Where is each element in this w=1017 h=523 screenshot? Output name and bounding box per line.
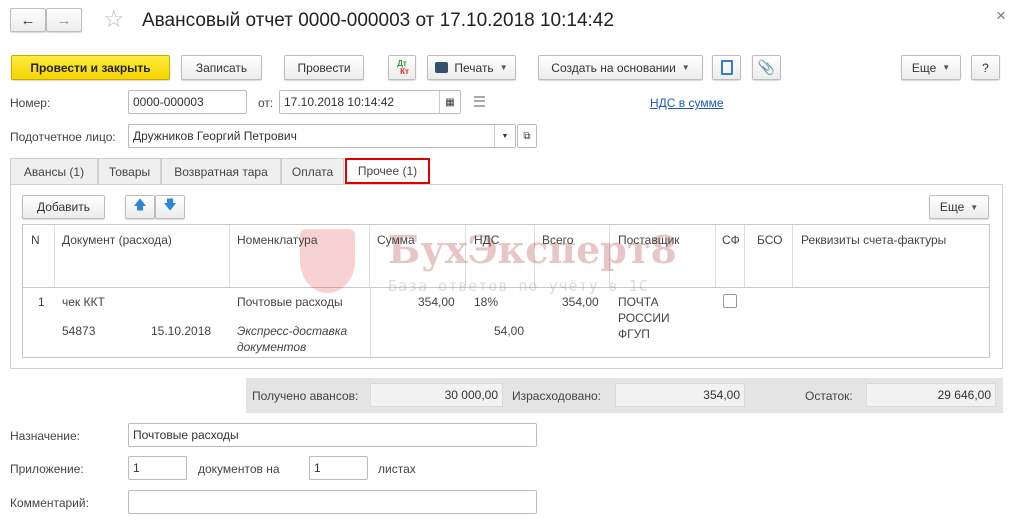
structure-button[interactable] bbox=[712, 55, 741, 80]
attachment-sheets-input[interactable]: 1 bbox=[309, 456, 368, 480]
more-label: Еще bbox=[911, 60, 937, 75]
comment-input[interactable] bbox=[128, 490, 537, 514]
row-supplier: ПОЧТА bbox=[618, 295, 659, 309]
favorite-star-icon[interactable]: ☆ bbox=[103, 5, 125, 34]
date-value: 17.10.2018 10:14:42 bbox=[284, 95, 395, 109]
sf-checkbox[interactable] bbox=[723, 294, 737, 308]
table-more-button[interactable]: Еще ▼ bbox=[929, 195, 989, 219]
close-icon[interactable]: × bbox=[996, 6, 1006, 26]
move-down-button[interactable]: 🡇 bbox=[155, 195, 185, 219]
attachment-docs-input[interactable]: 1 bbox=[128, 456, 187, 480]
col-document: Документ (расхода) bbox=[62, 233, 172, 247]
row-vat-sum: 54,00 bbox=[494, 324, 525, 338]
row-item-comment-2: документов bbox=[237, 340, 307, 354]
accountable-person-input[interactable]: Дружников Георгий Петрович ▼ bbox=[128, 124, 516, 148]
person-value: Дружников Георгий Петрович bbox=[133, 129, 297, 143]
sheets-label: листах bbox=[378, 462, 416, 476]
tab-payment[interactable]: Оплата bbox=[281, 158, 344, 185]
received-field: 30 000,00 bbox=[370, 383, 503, 407]
open-person-button[interactable]: ⧉ bbox=[517, 124, 537, 148]
kt-icon: Кт bbox=[400, 66, 409, 76]
comment-label: Комментарий: bbox=[10, 496, 89, 510]
add-button[interactable]: Добавить bbox=[22, 195, 105, 219]
row-doc-number: 54873 bbox=[62, 324, 96, 338]
col-invoice-details: Реквизиты счета-фактуры bbox=[801, 233, 947, 247]
row-sum: 354,00 bbox=[418, 295, 455, 309]
tab-other[interactable]: Прочее (1) bbox=[345, 158, 430, 184]
spent-field: 354,00 bbox=[615, 383, 745, 407]
page-title: Авансовый отчет 0000-000003 от 17.10.201… bbox=[142, 10, 614, 31]
arrow-right-icon: → bbox=[56, 11, 72, 29]
tab-goods[interactable]: Товары bbox=[98, 158, 161, 185]
paperclip-icon: 📎 bbox=[757, 59, 776, 75]
print-label: Печать bbox=[454, 60, 494, 75]
attach-button[interactable]: 📎 bbox=[752, 55, 781, 80]
col-sf: СФ bbox=[722, 233, 740, 247]
print-button[interactable]: Печать ▼ bbox=[427, 55, 516, 80]
number-input[interactable]: 0000-000003 bbox=[128, 90, 247, 114]
balance-label: Остаток: bbox=[805, 389, 853, 403]
documents-on-label: документов на bbox=[198, 462, 280, 476]
calendar-icon[interactable]: ▦ bbox=[439, 91, 460, 113]
row-doc-date: 15.10.2018 bbox=[151, 324, 212, 338]
tab-returnable-containers[interactable]: Возвратная тара bbox=[161, 158, 281, 185]
forward-button[interactable]: → bbox=[46, 8, 82, 32]
row-vat-rate: 18% bbox=[474, 295, 499, 309]
date-label: от: bbox=[258, 96, 274, 110]
row-n: 1 bbox=[38, 295, 45, 309]
create-based-on-button[interactable]: Создать на основании ▼ bbox=[538, 55, 703, 80]
dropdown-caret-icon: ▼ bbox=[942, 63, 951, 72]
save-button[interactable]: Записать bbox=[181, 55, 262, 80]
row-supplier-2: РОССИИ bbox=[618, 311, 670, 325]
post-button[interactable]: Провести bbox=[284, 55, 364, 80]
dropdown-caret-icon: ▼ bbox=[970, 202, 979, 212]
more-label: Еще bbox=[939, 200, 965, 214]
vat-included-link[interactable]: НДС в сумме bbox=[650, 96, 724, 110]
dropdown-caret-icon: ▼ bbox=[499, 63, 508, 72]
structure-icon bbox=[720, 60, 733, 75]
col-n: N bbox=[31, 233, 40, 247]
dropdown-caret-icon[interactable]: ▼ bbox=[494, 125, 515, 147]
back-button[interactable]: ← bbox=[10, 8, 46, 32]
open-icon: ⧉ bbox=[523, 130, 531, 142]
tab-advances[interactable]: Авансы (1) bbox=[10, 158, 98, 185]
dropdown-caret-icon: ▼ bbox=[681, 63, 690, 72]
col-bso: БСО bbox=[757, 233, 783, 247]
col-total: Всего bbox=[542, 233, 574, 247]
create-based-label: Создать на основании bbox=[551, 60, 676, 75]
row-doc-type: чек ККТ bbox=[62, 295, 105, 309]
balance-field: 29 646,00 bbox=[866, 383, 996, 407]
printer-icon bbox=[435, 62, 449, 73]
row-supplier-3: ФГУП bbox=[618, 327, 650, 341]
row-item-comment: Экспресс-доставка bbox=[237, 324, 348, 338]
number-label: Номер: bbox=[10, 96, 51, 110]
col-item: Номенклатура bbox=[237, 233, 318, 247]
purpose-input[interactable]: Почтовые расходы bbox=[128, 423, 537, 447]
more-button[interactable]: Еще ▼ bbox=[901, 55, 961, 80]
post-and-close-button[interactable]: Провести и закрыть bbox=[11, 55, 170, 80]
col-supplier: Поставщик bbox=[618, 233, 680, 247]
dt-kt-button[interactable]: Дт Кт bbox=[388, 55, 416, 80]
col-sum: Сумма bbox=[377, 233, 415, 247]
row-total: 354,00 bbox=[562, 295, 599, 309]
arrow-left-icon: ← bbox=[20, 11, 36, 29]
spent-label: Израсходовано: bbox=[512, 389, 601, 403]
person-label: Подотчетное лицо: bbox=[10, 130, 116, 144]
received-label: Получено авансов: bbox=[252, 389, 359, 403]
col-vat: НДС bbox=[474, 233, 500, 247]
list-icon[interactable] bbox=[474, 96, 485, 107]
help-button[interactable]: ? bbox=[971, 55, 1000, 80]
attachment-label: Приложение: bbox=[10, 462, 84, 476]
row-item: Почтовые расходы bbox=[237, 295, 343, 309]
move-up-button[interactable]: 🡅 bbox=[125, 195, 155, 219]
date-input[interactable]: 17.10.2018 10:14:42 ▦ bbox=[279, 90, 461, 114]
arrow-down-icon: 🡇 bbox=[163, 197, 177, 212]
arrow-up-icon: 🡅 bbox=[133, 197, 147, 212]
purpose-label: Назначение: bbox=[10, 429, 81, 443]
